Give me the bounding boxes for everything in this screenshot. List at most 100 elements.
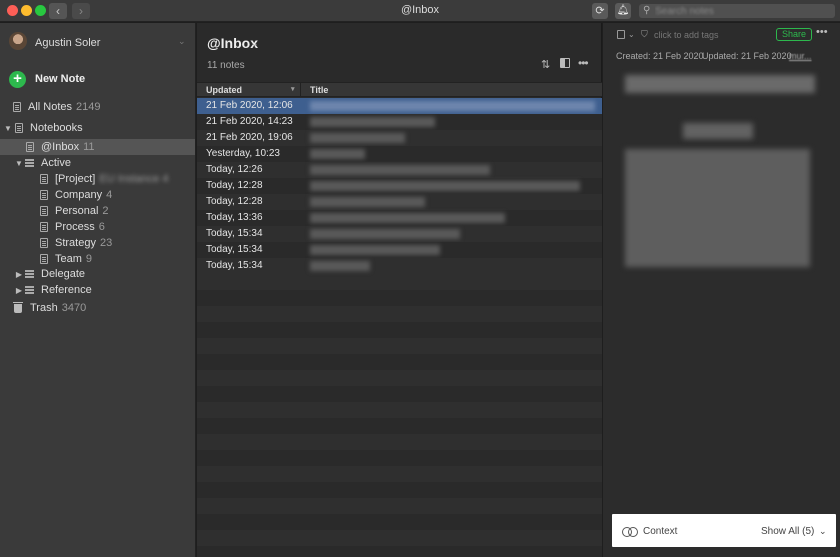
notebook-icon [40,254,48,264]
sidebar-item-label: Company [55,189,103,201]
forward-button[interactable]: › [72,3,90,19]
updated-date: Updated: 21 Feb 2020 [702,51,792,61]
bell-icon[interactable]: 🔔︎ [615,3,631,19]
row-updated: Today, 15:34 [206,244,263,255]
row-updated: 21 Feb 2020, 12:06 [206,100,293,111]
chevron-down-icon[interactable]: ⌄ [819,526,827,537]
more-options-icon[interactable]: ••• [578,56,589,70]
plus-icon: + [9,70,26,88]
sidebar-item-reference[interactable]: ▶ Reference [0,282,195,298]
table-row[interactable]: 21 Feb 2020, 14:23 [197,114,602,130]
back-button[interactable]: ‹ [49,3,67,19]
row-updated: Today, 13:36 [206,212,263,223]
row-title-redacted [310,165,490,175]
chevron-down-icon[interactable]: ⌄ [178,36,186,47]
stack-icon [25,269,34,279]
sort-icon[interactable]: ⇅ [541,58,550,71]
sidebar-item-count: 9 [85,253,93,265]
sidebar-item-count: 2 [102,205,109,217]
table-row[interactable]: Today, 15:34 [197,226,602,242]
row-updated: Today, 15:34 [206,228,263,239]
sidebar-item-label: Trash [30,302,58,314]
disclosure-closed-icon[interactable]: ▶ [15,286,23,295]
user-name[interactable]: Agustin Soler [35,37,100,49]
sidebar-item-label: Personal [55,205,99,217]
show-all-button[interactable]: Show All (5) [761,526,814,537]
table-row[interactable]: 21 Feb 2020, 19:06 [197,130,602,146]
tags-input[interactable]: click to add tags [654,30,719,40]
share-button[interactable]: Share [776,28,813,41]
notebook-icon [40,190,48,200]
redacted-content [683,123,753,139]
table-row[interactable]: Today, 15:34 [197,242,602,258]
window-close-button[interactable] [7,5,18,16]
sidebar: Agustin Soler ⌄ + New Note All Notes 214… [0,23,196,557]
window-minimize-button[interactable] [21,5,32,16]
sidebar-item-label: @Inbox [41,141,80,153]
sidebar-item-delegate[interactable]: ▶ Delegate [0,266,195,282]
sidebar-item-process[interactable]: Process 6 [0,219,195,235]
view-options-icon[interactable] [560,58,570,68]
table-row[interactable]: Today, 12:26 [197,162,602,178]
notebook-icon [26,142,34,152]
trash-icon [13,301,23,313]
disclosure-closed-icon[interactable]: ▶ [15,270,23,279]
table-row[interactable]: Today, 12:28 [197,178,602,194]
search-box[interactable]: ⚲ [639,4,835,18]
notebook-icon [40,206,48,216]
sidebar-item-label: Process [55,221,95,233]
disclosure-open-icon[interactable]: ▼ [15,159,23,168]
notes-count: 11 notes [207,60,245,71]
row-title-redacted [310,181,580,191]
row-updated: Today, 15:34 [206,260,263,271]
notebook-icon[interactable] [617,30,625,39]
sidebar-item-personal[interactable]: Personal 2 [0,203,195,219]
sidebar-item-label: Reference [41,284,92,296]
row-title-redacted [310,117,435,127]
new-note-button[interactable]: + New Note [9,70,85,88]
column-divider[interactable] [300,83,301,96]
chevron-down-icon[interactable]: ⌄ [628,30,635,39]
sidebar-item-all-notes[interactable]: All Notes 2149 [0,99,195,115]
sidebar-item-count: 2149 [76,101,101,113]
sort-descending-icon[interactable]: ▾ [291,85,295,93]
sidebar-item-active[interactable]: ▼ Active [0,155,195,171]
avatar[interactable] [9,32,27,50]
stack-icon [25,158,34,168]
sidebar-item-strategy[interactable]: Strategy 23 [0,235,195,251]
table-row[interactable]: 21 Feb 2020, 12:06 [197,98,602,114]
redacted-content [625,149,810,267]
row-title-redacted [310,261,370,271]
note-editor-pane: ⌄ ⛉ click to add tags Share ••• Created:… [603,23,840,557]
table-row[interactable]: Today, 15:34 [197,258,602,274]
row-updated: Today, 12:28 [206,180,263,191]
sidebar-item-notebooks[interactable]: ▼ Notebooks [0,120,195,136]
row-title-redacted [310,229,460,239]
column-header-updated[interactable]: Updated [206,85,242,95]
sidebar-item-trash[interactable]: Trash 3470 [0,300,195,316]
sidebar-item-count: 6 [98,221,105,233]
search-input[interactable] [655,4,831,18]
notebook-icon [40,238,48,248]
column-header-title[interactable]: Title [310,85,328,95]
context-bar[interactable]: Context Show All (5) ⌄ [612,514,836,547]
sidebar-item-inbox[interactable]: @Inbox 11 [0,139,195,155]
sidebar-item-company[interactable]: Company 4 [0,187,195,203]
table-row[interactable]: Yesterday, 10:23 [197,146,602,162]
notebook-icon [15,123,23,133]
row-updated: 21 Feb 2020, 14:23 [206,116,293,127]
table-row[interactable]: Today, 12:28 [197,194,602,210]
sidebar-item-project[interactable]: [Project] EU Instance 4 [0,171,195,187]
sidebar-item-team[interactable]: Team 9 [0,251,195,267]
more-options-icon[interactable]: ••• [816,26,828,38]
disclosure-open-icon[interactable]: ▼ [4,124,12,133]
note-link[interactable]: mur... [789,51,812,61]
row-title-redacted [310,149,365,159]
table-row[interactable]: Today, 13:36 [197,210,602,226]
sync-icon[interactable]: ⟳ [592,3,608,19]
row-title-redacted [310,245,440,255]
row-title-redacted [310,213,505,223]
sidebar-item-count: EU Instance 4 [99,173,169,185]
window-maximize-button[interactable] [35,5,46,16]
chevron-down-icon[interactable]: ⌄ [251,38,259,49]
